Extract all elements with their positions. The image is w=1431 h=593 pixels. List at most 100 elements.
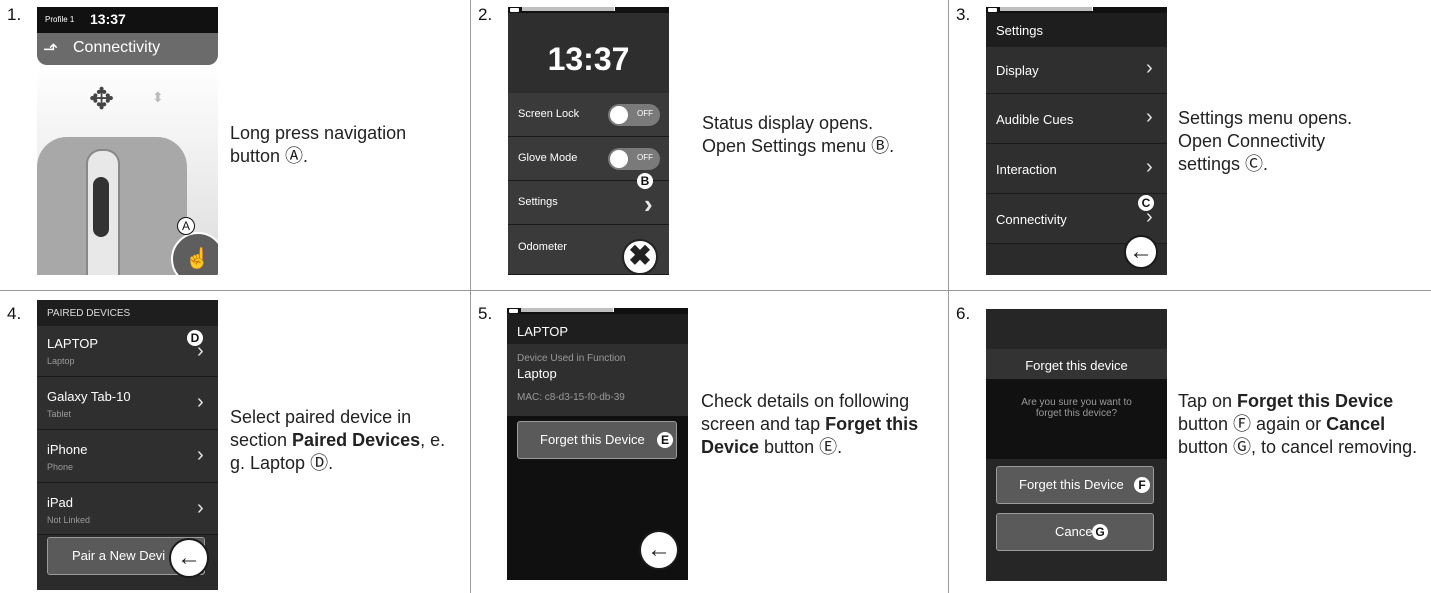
battery-icon: [510, 8, 519, 12]
profile-label: Profile 1: [45, 15, 75, 24]
dialog-title-bar: Forget this device: [986, 349, 1167, 379]
chevron-right-icon: ›: [1146, 57, 1153, 79]
menu-item-audible-cues[interactable]: Audible Cues ›: [986, 94, 1167, 144]
progress-bar: [1000, 7, 1093, 11]
clock-time: 13:37: [547, 41, 630, 77]
back-arrow-icon[interactable]: ←: [169, 538, 209, 578]
step5-caption: Check details on following screen and ta…: [701, 390, 941, 459]
row-label: Glove Mode: [518, 152, 578, 164]
device-type: Tablet: [47, 409, 72, 419]
menu-item-display[interactable]: Display ›: [986, 47, 1167, 94]
chevron-right-icon: ›: [644, 189, 653, 219]
caption-line: settings Ⓒ.: [1178, 154, 1269, 174]
forget-device-button[interactable]: Forget this Device: [996, 466, 1154, 504]
device-item-galaxy[interactable]: Galaxy Tab-10 Tablet ›: [37, 377, 218, 430]
screen-lock-toggle[interactable]: OFF: [608, 104, 660, 126]
settings-header: Settings: [986, 13, 1167, 47]
device-name: Galaxy Tab-10: [47, 389, 131, 404]
settings-title: Settings: [996, 23, 1043, 38]
step-number: 4.: [7, 304, 22, 323]
chevron-right-icon: ›: [1146, 156, 1153, 178]
step-number: 1.: [7, 5, 22, 24]
caption-text: button Ⓖ, to cancel removing.: [1178, 437, 1418, 457]
device-type: Phone: [47, 462, 74, 472]
step-number: 2.: [478, 5, 493, 24]
step1-screen: Profile 1 13:37 ⬏ Connectivity ✥ ⬍ ☝ A: [37, 7, 218, 275]
progress-bar: [521, 308, 614, 312]
step2-caption: Status display opens. Open Settings menu…: [702, 112, 894, 158]
forget-device-button[interactable]: Forget this Device: [517, 421, 677, 459]
chevron-right-icon: ›: [197, 391, 204, 413]
row-divider: [0, 290, 1431, 291]
callout-c: C: [1138, 195, 1154, 211]
glove-mode-toggle[interactable]: OFF: [608, 148, 660, 170]
callout-e: E: [657, 432, 673, 448]
dialog-message: Are you sure you want to forget this dev…: [1021, 397, 1132, 419]
caption-line: Settings menu opens.: [1178, 108, 1353, 128]
menu-item-label: Audible Cues: [996, 112, 1074, 127]
caption-text: button Ⓔ.: [759, 437, 843, 457]
time-label: 13:37: [90, 11, 126, 27]
step6-caption: Tap on Forget this Device button Ⓕ again…: [1178, 390, 1428, 459]
menu-item-label: Connectivity: [996, 212, 1067, 227]
callout-f: F: [1134, 477, 1150, 493]
battery-icon: [988, 8, 997, 12]
cancel-button[interactable]: Cancel: [996, 513, 1154, 551]
caption-text: Tap on: [1178, 391, 1238, 411]
clock-panel: 13:37: [508, 13, 669, 93]
menu-item-interaction[interactable]: Interaction ›: [986, 144, 1167, 194]
joystick-handle: [93, 177, 109, 237]
step-number: 3.: [956, 5, 971, 24]
header-title: Connectivity: [73, 39, 161, 56]
caption-text: button Ⓕ again or: [1178, 414, 1327, 434]
hand-press-icon: ☝: [185, 248, 210, 270]
row-label: Odometer: [518, 241, 567, 253]
step6-screen: Forget this device Are you sure you want…: [986, 309, 1167, 581]
close-button[interactable]: ✖: [622, 239, 658, 275]
function-value: Laptop: [517, 366, 557, 381]
device-name: LAPTOP: [47, 336, 99, 351]
caption-bold: Forget this Device: [1237, 391, 1394, 411]
chevron-right-icon: ›: [197, 444, 204, 466]
device-details: Device Used in Function Laptop MAC: c8-d…: [507, 344, 688, 416]
up-down-icon: ⬍: [152, 89, 164, 105]
dialog-message-area: Are you sure you want to forget this dev…: [986, 379, 1167, 459]
device-name: iPad: [47, 495, 74, 510]
step5-screen: LAPTOP Device Used in Function Laptop MA…: [507, 308, 688, 580]
caption-line: Status display opens.: [702, 113, 874, 133]
step4-caption: Select paired device in section Paired D…: [230, 406, 460, 475]
row-label: Settings: [518, 196, 558, 208]
column-divider: [948, 0, 949, 593]
device-item-iphone[interactable]: iPhone Phone ›: [37, 430, 218, 483]
seat-icon: ⬏: [43, 39, 59, 59]
device-name: iPhone: [47, 442, 88, 457]
move-arrows-icon: ✥: [89, 83, 115, 116]
step1-caption: Long press navigation button Ⓐ.: [230, 123, 407, 166]
progress-bar: [522, 7, 615, 11]
paired-header-label: PAIRED DEVICES: [47, 308, 131, 319]
menu-item-label: Interaction: [996, 162, 1057, 177]
header-bar: ⬏ Connectivity: [37, 33, 218, 65]
callout-b: B: [637, 173, 653, 189]
device-type: Laptop: [47, 356, 75, 366]
column-divider: [470, 0, 471, 593]
back-arrow-icon[interactable]: ←: [639, 530, 679, 570]
mac-address: MAC: c8-d3-15-f0-db-39: [517, 392, 625, 403]
screen-lock-row: Screen Lock OFF: [508, 93, 669, 137]
back-arrow-icon[interactable]: ←: [1124, 235, 1158, 269]
step2-screen: 13:37 Screen Lock OFF Glove Mode OFF Set…: [508, 7, 669, 275]
callout-a: A: [177, 217, 195, 235]
device-type: Not Linked: [47, 515, 91, 525]
step3-caption: Settings menu opens. Open Connectivity s…: [1178, 107, 1352, 176]
caption-line: Open Connectivity: [1178, 131, 1326, 151]
status-bar: Profile 1 13:37: [37, 7, 218, 33]
row-label: Screen Lock: [518, 108, 580, 120]
callout-d: D: [187, 330, 203, 346]
chevron-right-icon: ›: [1146, 106, 1153, 128]
device-item-ipad[interactable]: iPad Not Linked ›: [37, 483, 218, 535]
menu-item-label: Display: [996, 63, 1039, 78]
battery-icon: [509, 309, 518, 313]
paired-header: PAIRED DEVICES: [37, 300, 218, 326]
dialog-title: Forget this device: [1025, 358, 1128, 373]
caption-line: Open Settings menu Ⓑ.: [702, 136, 895, 156]
